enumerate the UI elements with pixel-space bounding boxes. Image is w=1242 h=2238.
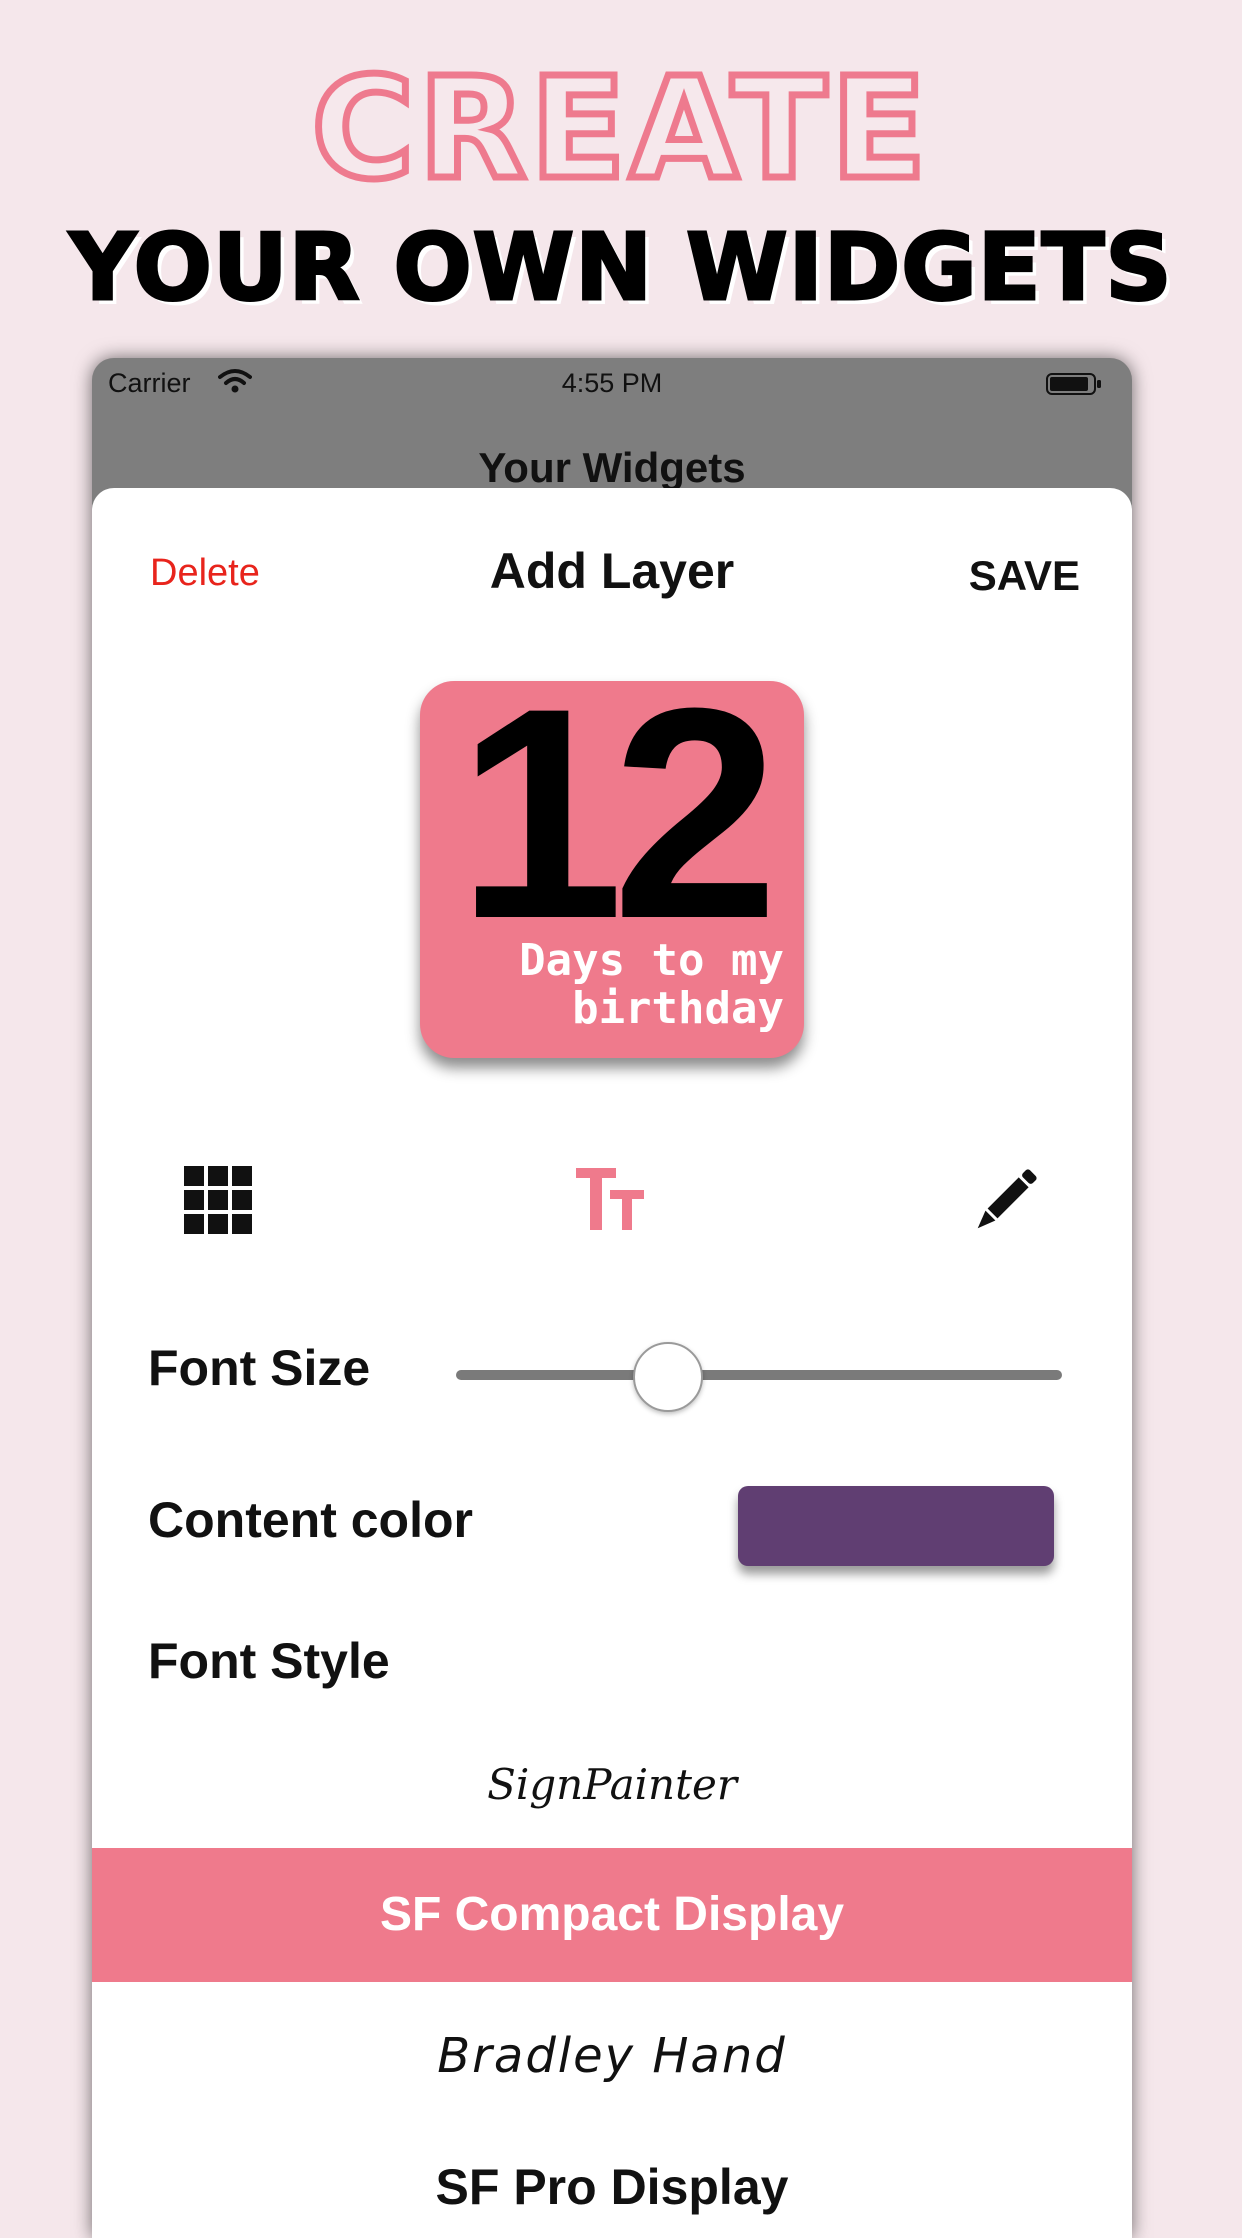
font-style-label: Font Style: [148, 1633, 390, 1689]
background-screen-title: Your Widgets: [478, 444, 746, 491]
preview-number: 12: [457, 681, 779, 981]
save-button[interactable]: SAVE: [969, 552, 1080, 600]
font-option-sf-pro-display[interactable]: SF Pro Display: [92, 2158, 1132, 2216]
font-size-slider[interactable]: [456, 1370, 1062, 1380]
add-layer-sheet: Delete Add Layer SAVE 12 Days to my birt…: [92, 488, 1132, 2238]
font-option-bradley-hand[interactable]: Bradley Hand: [92, 2028, 1132, 2084]
phone-screen: Carrier 4:55 PM Your Widgets Delete Add …: [92, 358, 1132, 2238]
preview-caption: Days to my birthday: [519, 935, 784, 1034]
status-bar: Carrier 4:55 PM: [92, 358, 1132, 410]
pencil-icon[interactable]: [970, 1164, 1042, 1236]
status-time: 4:55 PM: [561, 368, 663, 398]
promo-headline-widgets: YOUR OWN WIDGETS: [68, 214, 1173, 321]
promo-headline-create: CREATE: [308, 48, 931, 211]
content-color-label: Content color: [148, 1492, 473, 1548]
battery-icon: [1046, 373, 1101, 395]
font-option-sf-compact-display[interactable]: SF Compact Display: [92, 1848, 1132, 1982]
grid-icon[interactable]: [182, 1164, 254, 1236]
widget-preview: 12 Days to my birthday: [420, 681, 804, 1058]
font-option-signpainter[interactable]: SignPainter: [92, 1760, 1132, 1809]
content-color-swatch[interactable]: [738, 1486, 1054, 1566]
font-size-slider-thumb[interactable]: [633, 1342, 704, 1412]
text-size-icon[interactable]: [574, 1164, 646, 1236]
font-size-label: Font Size: [148, 1340, 371, 1396]
